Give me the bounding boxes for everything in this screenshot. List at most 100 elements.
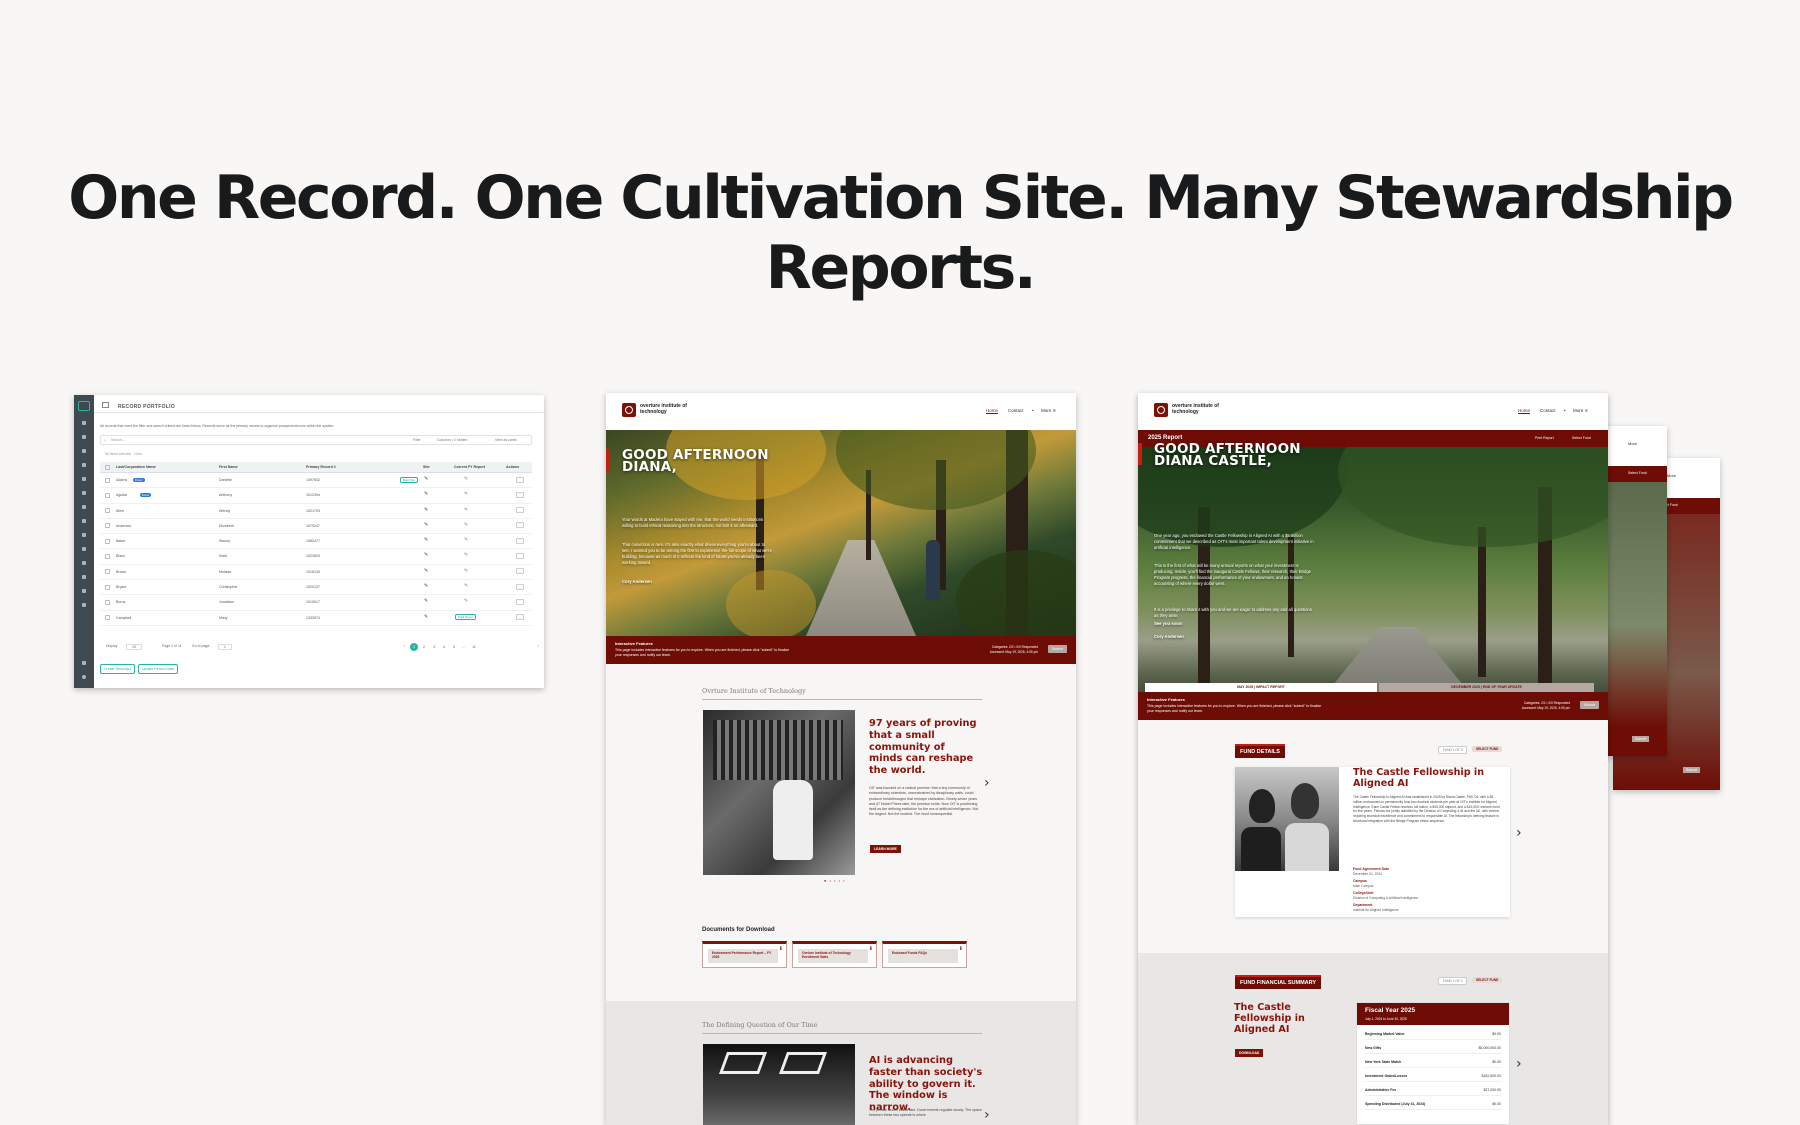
cell-last-name[interactable]: Baker (116, 539, 125, 543)
sidebar-icon[interactable] (82, 421, 86, 425)
tab-end-of-year-update[interactable]: DECEMBER 2025 | END OF YEAR UPDATE (1379, 683, 1594, 692)
cell-last-name[interactable]: Adams (116, 478, 127, 482)
edit-report-icon[interactable]: ✎ (464, 491, 468, 497)
nav-home[interactable]: Home (986, 408, 999, 414)
page-button[interactable]: 3 (430, 643, 438, 651)
document-card[interactable]: Endowment Performance Report – FY 2026 ⬇ (702, 941, 787, 968)
cell-last-name[interactable]: Campbell (116, 616, 131, 620)
sidebar-icon[interactable] (82, 477, 86, 481)
row-checkbox[interactable] (105, 538, 110, 544)
carousel-dots[interactable]: ● • • • • (824, 878, 845, 883)
row-checkbox[interactable] (105, 508, 110, 514)
chevron-right-icon[interactable]: › (1516, 1056, 1522, 1072)
chevron-right-icon[interactable]: › (1516, 825, 1522, 841)
row-actions-button[interactable] (516, 552, 524, 559)
user-icon[interactable] (82, 675, 86, 679)
row-actions-button[interactable] (516, 583, 524, 590)
sidebar-icon[interactable] (82, 561, 86, 565)
next-page-icon[interactable]: › (538, 644, 539, 648)
submit-button[interactable]: Submit (1047, 645, 1067, 653)
select-fund-button[interactable]: SELECT FUND (1472, 746, 1503, 752)
page-button[interactable]: ... (460, 643, 468, 651)
tab-impact-report[interactable]: MAY 2025 | IMPACT REPORT (1145, 683, 1377, 692)
sidebar-icon[interactable] (82, 589, 86, 593)
sidebar-icon[interactable] (82, 491, 86, 495)
cell-last-name[interactable]: Brown (116, 570, 126, 574)
edit-site-icon[interactable]: ✎ (424, 522, 428, 528)
build-report-button[interactable]: Build Report (455, 614, 477, 621)
edit-site-icon[interactable]: ✎ (424, 552, 428, 558)
table-row[interactable]: Burns Jonathan 1015917 ✎ ✎ (100, 595, 532, 611)
create-records-button[interactable]: Create Record(s) (100, 664, 135, 674)
edit-report-icon[interactable]: ✎ (464, 552, 468, 558)
document-card[interactable]: Ovrture Institute of Technology Enrollme… (792, 941, 877, 968)
select-fund-dropdown[interactable]: Select Fund (1572, 436, 1591, 440)
document-card[interactable]: Endowed Funds FAQs ⬇ (882, 941, 967, 968)
table-row[interactable]: Campbell Misty 1333574 ✎ ✎ Build Report (100, 611, 532, 626)
bell-icon[interactable] (82, 661, 86, 665)
build-site-button[interactable]: Build Site (400, 476, 418, 483)
search-input[interactable]: Search... (111, 438, 125, 442)
table-row[interactable]: Brown Melissa 1018130 ✎ ✎ (100, 565, 532, 581)
row-checkbox[interactable] (105, 599, 110, 605)
page-button[interactable]: 5 (450, 643, 458, 651)
row-checkbox[interactable] (105, 492, 110, 498)
table-row[interactable]: Black Keith 1023803 ✎ ✎ (100, 549, 532, 565)
nav-home[interactable]: Home (1518, 408, 1531, 414)
chevron-right-icon[interactable]: › (984, 775, 990, 791)
sidebar-icon[interactable] (82, 575, 86, 579)
nav-contact[interactable]: Contact (1008, 408, 1024, 413)
page-button[interactable]: 11 (470, 643, 478, 651)
col-last-name[interactable]: Last/Corporation Name (116, 465, 156, 469)
edit-report-icon[interactable]: ✎ (464, 522, 468, 528)
edit-site-icon[interactable]: ✎ (424, 491, 428, 497)
filter-button[interactable]: Filter (413, 438, 421, 442)
row-actions-button[interactable] (516, 522, 524, 529)
display-select[interactable]: 10 (126, 644, 142, 650)
row-actions-button[interactable] (516, 568, 524, 575)
select-fund-button[interactable]: SELECT FUND (1472, 977, 1503, 983)
download-icon[interactable]: ⬇ (779, 946, 783, 952)
columns-button[interactable]: Columns • 1 hidden (437, 438, 467, 442)
cell-last-name[interactable]: Burns (116, 600, 125, 604)
page-button[interactable]: 4 (440, 643, 448, 651)
sidebar-icon[interactable] (82, 505, 86, 509)
page-button[interactable]: 2 (420, 643, 428, 651)
page-button[interactable]: 1 (410, 643, 418, 651)
sidebar-icon[interactable] (82, 463, 86, 467)
edit-report-icon[interactable]: ✎ (464, 568, 468, 574)
row-checkbox[interactable] (105, 615, 110, 621)
menu-icon[interactable]: ≡ (1585, 408, 1588, 414)
cell-last-name[interactable]: Anderson (116, 524, 131, 528)
cell-last-name[interactable]: Bryant (116, 585, 126, 589)
row-checkbox[interactable] (105, 553, 110, 559)
table-row[interactable]: Bryant Christopher 1020137 ✎ ✎ (100, 580, 532, 596)
col-primary-record[interactable]: Primary Record # (306, 465, 336, 469)
sidebar-icon[interactable] (82, 547, 86, 551)
cell-last-name[interactable]: Black (116, 554, 125, 558)
menu-icon[interactable]: ≡ (1053, 408, 1056, 414)
row-actions-button[interactable] (516, 476, 524, 483)
edit-site-icon[interactable]: ✎ (424, 476, 428, 482)
select-all-checkbox[interactable] (105, 465, 110, 470)
row-checkbox[interactable] (105, 523, 110, 529)
table-row[interactable]: Aguilar Donor Anthony 1012394 ✎ ✎ (100, 488, 532, 504)
col-first-name[interactable]: First Name (219, 465, 238, 469)
panel-toggle-icon[interactable] (102, 402, 109, 408)
clear-link[interactable]: Clear (134, 452, 142, 456)
cell-last-name[interactable]: Allen (116, 509, 124, 513)
row-checkbox[interactable] (105, 477, 110, 483)
edit-report-icon[interactable]: ✎ (464, 583, 468, 589)
download-button[interactable]: DOWNLOAD (1235, 1049, 1264, 1057)
table-row[interactable]: Anderson Elizabeth 1079247 ✎ ✎ (100, 519, 532, 535)
row-actions-button[interactable] (516, 507, 524, 514)
sidebar-icon[interactable] (82, 435, 86, 439)
nav-more[interactable]: More (1573, 408, 1583, 413)
oit-logo-icon[interactable] (622, 403, 636, 417)
edit-site-icon[interactable]: ✎ (424, 507, 428, 513)
table-row[interactable]: Adams Donor Danielle 1397532 ✎ ✎ Build S… (100, 473, 532, 489)
row-actions-button[interactable] (516, 598, 524, 605)
nav-more[interactable]: More (1041, 408, 1051, 413)
edit-report-icon[interactable]: ✎ (464, 537, 468, 543)
edit-report-icon[interactable]: ✎ (464, 507, 468, 513)
